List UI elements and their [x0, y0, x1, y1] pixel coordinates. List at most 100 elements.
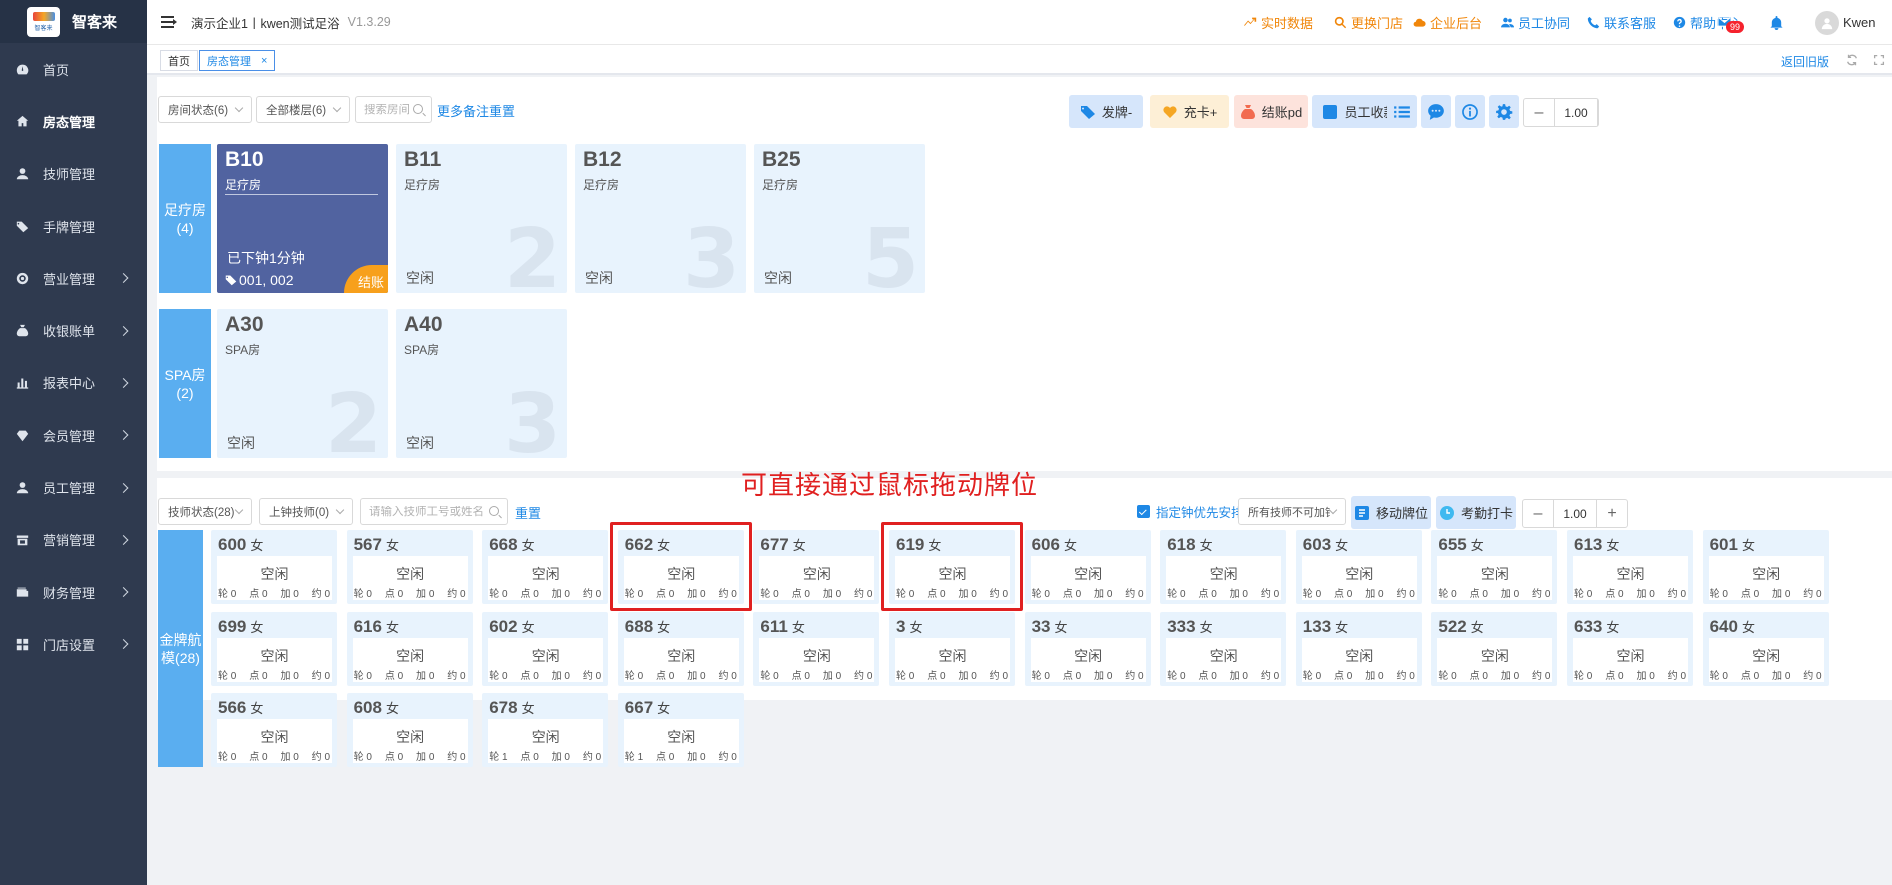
room-card[interactable]: B10 足疗房 已下钟1分钟 001, 002 结账	[217, 144, 388, 293]
tech-card[interactable]: 668 女空闲轮 0 点 0 加 0 约 0	[482, 530, 609, 604]
header-link-0[interactable]: 实时数据	[1244, 0, 1313, 45]
room-card[interactable]: A30 SPA房 2 空闲	[217, 309, 388, 458]
floor-select[interactable]: 全部楼层(6)	[256, 96, 350, 123]
tech-card[interactable]: 33 女空闲轮 0 点 0 加 0 约 0	[1024, 611, 1151, 686]
sidebar-item-8[interactable]: 员工管理	[0, 461, 147, 513]
sidebar-item-4[interactable]: 营业管理	[0, 252, 147, 304]
tech-zoom-value[interactable]: 1.00	[1553, 500, 1597, 527]
tech-card[interactable]: 133 女空闲轮 0 点 0 加 0 约 0	[1295, 611, 1422, 686]
tech-counter: 点 0	[1334, 589, 1353, 600]
room-action-button-2[interactable]: 结账pd	[1234, 95, 1308, 128]
sidebar-item-label: 员工管理	[43, 481, 96, 497]
tech-counter: 加 0	[1094, 670, 1113, 682]
tech-card[interactable]: 613 女空闲轮 0 点 0 加 0 约 0	[1567, 530, 1693, 604]
sidebar-item-11[interactable]: 门店设置	[0, 618, 147, 670]
tab-home[interactable]: 首页	[160, 50, 198, 71]
sidebar-item-3[interactable]: 手牌管理	[0, 200, 147, 252]
tab-room-status[interactable]: 房态管理 ×	[199, 50, 276, 71]
tech-card[interactable]: 688 女空闲轮 0 点 0 加 0 约 0	[617, 611, 744, 686]
room-status-select[interactable]: 房间状态(6)	[158, 96, 252, 123]
tech-card[interactable]: 699 女空闲轮 0 点 0 加 0 约 0	[211, 611, 337, 686]
sidebar-item-5[interactable]: 收银账单	[0, 304, 147, 356]
header-link-4[interactable]: 联系客服	[1587, 0, 1656, 45]
room-search-input[interactable]	[355, 96, 432, 123]
tech-card-body: 空闲轮 0 点 0 加 0 约 0	[759, 556, 875, 600]
checkout-badge[interactable]: 结账	[344, 265, 388, 293]
tech-card[interactable]: 608 女空闲轮 0 点 0 加 0 约 0	[346, 693, 473, 768]
header-link-2[interactable]: 企业后台	[1413, 0, 1482, 45]
more-link[interactable]: 更多	[437, 101, 463, 120]
attendance-button[interactable]: 考勤打卡	[1436, 496, 1516, 529]
room-zoom-value[interactable]: 1.00	[1554, 99, 1598, 126]
sidebar-item-2[interactable]: 技师管理	[0, 148, 147, 200]
room-action-button-0[interactable]: 发牌-	[1069, 95, 1143, 128]
priority-checkbox[interactable]	[1137, 505, 1150, 518]
sidebar-item-0[interactable]: 首页	[0, 43, 147, 95]
settings-gear-icon[interactable]	[1489, 95, 1519, 128]
tech-card[interactable]: 618 女空闲轮 0 点 0 加 0 约 0	[1160, 530, 1287, 604]
tech-card[interactable]: 333 女空闲轮 0 点 0 加 0 约 0	[1160, 611, 1287, 686]
close-icon[interactable]: ×	[261, 55, 267, 67]
tech-card[interactable]: 602 女空闲轮 0 点 0 加 0 约 0	[482, 611, 609, 686]
tech-card[interactable]: 619 女空闲轮 0 点 0 加 0 约 0	[889, 530, 1015, 604]
tech-search-field[interactable]	[369, 505, 507, 518]
tech-card[interactable]: 522 女空闲轮 0 点 0 加 0 约 0	[1431, 611, 1558, 686]
zoom-out-button[interactable]: –	[1524, 99, 1554, 126]
tech-counter-value: 0	[1513, 589, 1520, 600]
refresh-icon[interactable]	[1845, 53, 1859, 67]
priority-label[interactable]: 指定钟优先安排	[1156, 502, 1244, 521]
info-icon[interactable]	[1455, 95, 1485, 128]
expand-icon[interactable]	[1872, 53, 1886, 67]
room-card[interactable]: A40 SPA房 3 空闲	[396, 309, 567, 458]
tech-card[interactable]: 601 女空闲轮 0 点 0 加 0 约 0	[1702, 530, 1829, 604]
header-link-3[interactable]: 员工协同	[1501, 0, 1570, 45]
tech-card[interactable]: 567 女空闲轮 0 点 0 加 0 约 0	[346, 530, 473, 604]
back-to-old-version-link[interactable]: 返回旧版	[1781, 53, 1829, 70]
room-action-button-1[interactable]: 充卡+	[1150, 95, 1229, 128]
notification-bell-icon[interactable]	[1769, 0, 1788, 45]
tech-card[interactable]: 600 女空闲轮 0 点 0 加 0 约 0	[211, 530, 337, 604]
tech-status-select[interactable]: 技师状态(28)	[158, 498, 252, 525]
clock-status-select[interactable]: 上钟技师(0)	[259, 498, 353, 525]
note-link[interactable]: 备注	[463, 101, 489, 120]
tech-counter-value: 0	[1544, 589, 1551, 600]
tech-card[interactable]: 640 女空闲轮 0 点 0 加 0 约 0	[1702, 611, 1829, 686]
tech-reset-link[interactable]: 重置	[515, 503, 541, 522]
user-menu[interactable]: Kwen	[1815, 0, 1876, 45]
tech-counter-value: 0	[428, 752, 435, 764]
tech-card[interactable]: 606 女空闲轮 0 点 0 加 0 约 0	[1024, 530, 1151, 604]
chat-icon[interactable]	[1421, 95, 1451, 128]
tech-card[interactable]: 678 女空闲轮 1 点 0 加 0 约 0	[482, 693, 609, 768]
logo[interactable]: 智客来 智客来	[0, 0, 147, 43]
tech-card[interactable]: 677 女空闲轮 0 点 0 加 0 约 0	[753, 530, 880, 604]
tech-card[interactable]: 3 女空闲轮 0 点 0 加 0 约 0	[889, 611, 1015, 686]
room-card[interactable]: B12 足疗房 3 空闲	[575, 144, 746, 293]
tech-search-input[interactable]	[360, 498, 508, 525]
room-card[interactable]: B11 足疗房 2 空闲	[396, 144, 567, 293]
sidebar-item-1[interactable]: 房态管理	[0, 95, 147, 147]
tech-card[interactable]: 655 女空闲轮 0 点 0 加 0 约 0	[1431, 530, 1558, 604]
tech-card[interactable]: 603 女空闲轮 0 点 0 加 0 约 0	[1295, 530, 1422, 604]
tech-counter: 约 0	[989, 670, 1008, 682]
menu-toggle-icon[interactable]	[161, 16, 177, 28]
sidebar-item-9[interactable]: 营销管理	[0, 514, 147, 566]
header-link-1[interactable]: 更换门店	[1334, 0, 1403, 45]
tech-card[interactable]: 611 女空闲轮 0 点 0 加 0 约 0	[753, 611, 880, 686]
sidebar-item-6[interactable]: 报表中心	[0, 357, 147, 409]
tech-card[interactable]: 566 女空闲轮 0 点 0 加 0 约 0	[211, 693, 337, 768]
tech-zoom-out-button[interactable]: –	[1523, 500, 1553, 527]
add-clock-select[interactable]: 所有技师不可加钟	[1238, 498, 1346, 525]
room-card[interactable]: B25 足疗房 5 空闲	[754, 144, 925, 293]
sidebar-item-7[interactable]: 会员管理	[0, 409, 147, 461]
tech-zoom-in-button[interactable]: +	[1597, 500, 1627, 527]
sidebar-item-10[interactable]: 财务管理	[0, 566, 147, 618]
reset-link[interactable]: 重置	[489, 101, 515, 120]
list-view-icon[interactable]	[1387, 95, 1417, 128]
move-position-button[interactable]: 移动牌位	[1351, 496, 1431, 529]
tech-card[interactable]: 633 女空闲轮 0 点 0 加 0 约 0	[1567, 611, 1693, 686]
tech-card-body: 空闲轮 0 点 0 加 0 约 0	[1301, 637, 1417, 682]
mail-button[interactable]: 99	[1717, 0, 1745, 45]
tech-card[interactable]: 616 女空闲轮 0 点 0 加 0 约 0	[346, 611, 473, 686]
tech-card[interactable]: 662 女空闲轮 0 点 0 加 0 约 0	[617, 530, 744, 604]
tech-card[interactable]: 667 女空闲轮 1 点 0 加 0 约 0	[617, 693, 744, 768]
